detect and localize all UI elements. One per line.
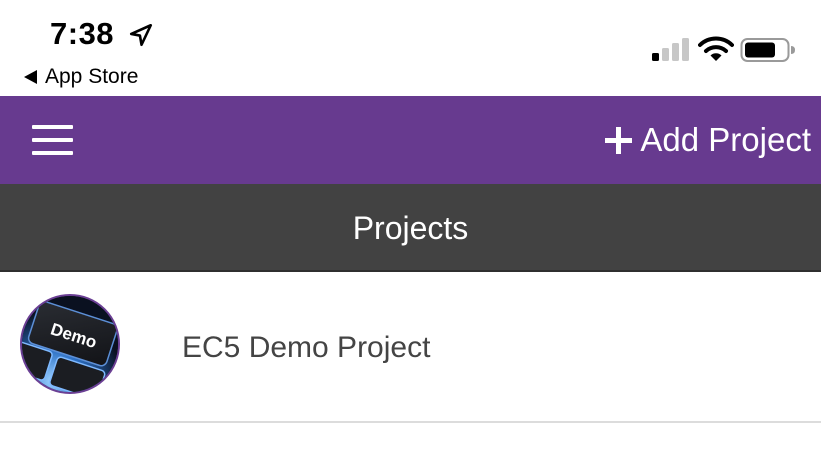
battery-icon <box>740 38 795 62</box>
project-list: Demo EC5 Demo Project <box>0 273 821 423</box>
status-bar: 7:38 App Store <box>0 0 821 96</box>
back-triangle-icon <box>24 70 37 84</box>
page-title: Projects <box>352 209 469 246</box>
menu-bar-line <box>32 151 73 155</box>
location-arrow-icon <box>129 23 153 47</box>
app-toolbar: Add Project <box>0 96 821 184</box>
menu-bar-line <box>32 138 73 142</box>
hamburger-menu-icon[interactable] <box>22 116 82 164</box>
back-to-app-store-link[interactable]: App Store <box>24 64 138 90</box>
plus-icon <box>605 126 633 154</box>
projects-section-header: Projects <box>0 184 821 272</box>
cellular-signal-icon <box>652 38 689 61</box>
project-avatar: Demo <box>20 294 120 394</box>
status-time: 7:38 <box>50 16 115 51</box>
add-project-button[interactable]: Add Project <box>605 116 811 164</box>
project-list-item[interactable]: Demo EC5 Demo Project <box>0 273 821 423</box>
back-app-label: App Store <box>45 65 139 88</box>
project-name: EC5 Demo Project <box>182 331 431 364</box>
add-project-label: Add Project <box>640 121 811 158</box>
menu-bar-line <box>32 125 73 129</box>
wifi-icon <box>698 36 734 61</box>
keyboard-key-demo-logo: Demo <box>22 296 118 392</box>
